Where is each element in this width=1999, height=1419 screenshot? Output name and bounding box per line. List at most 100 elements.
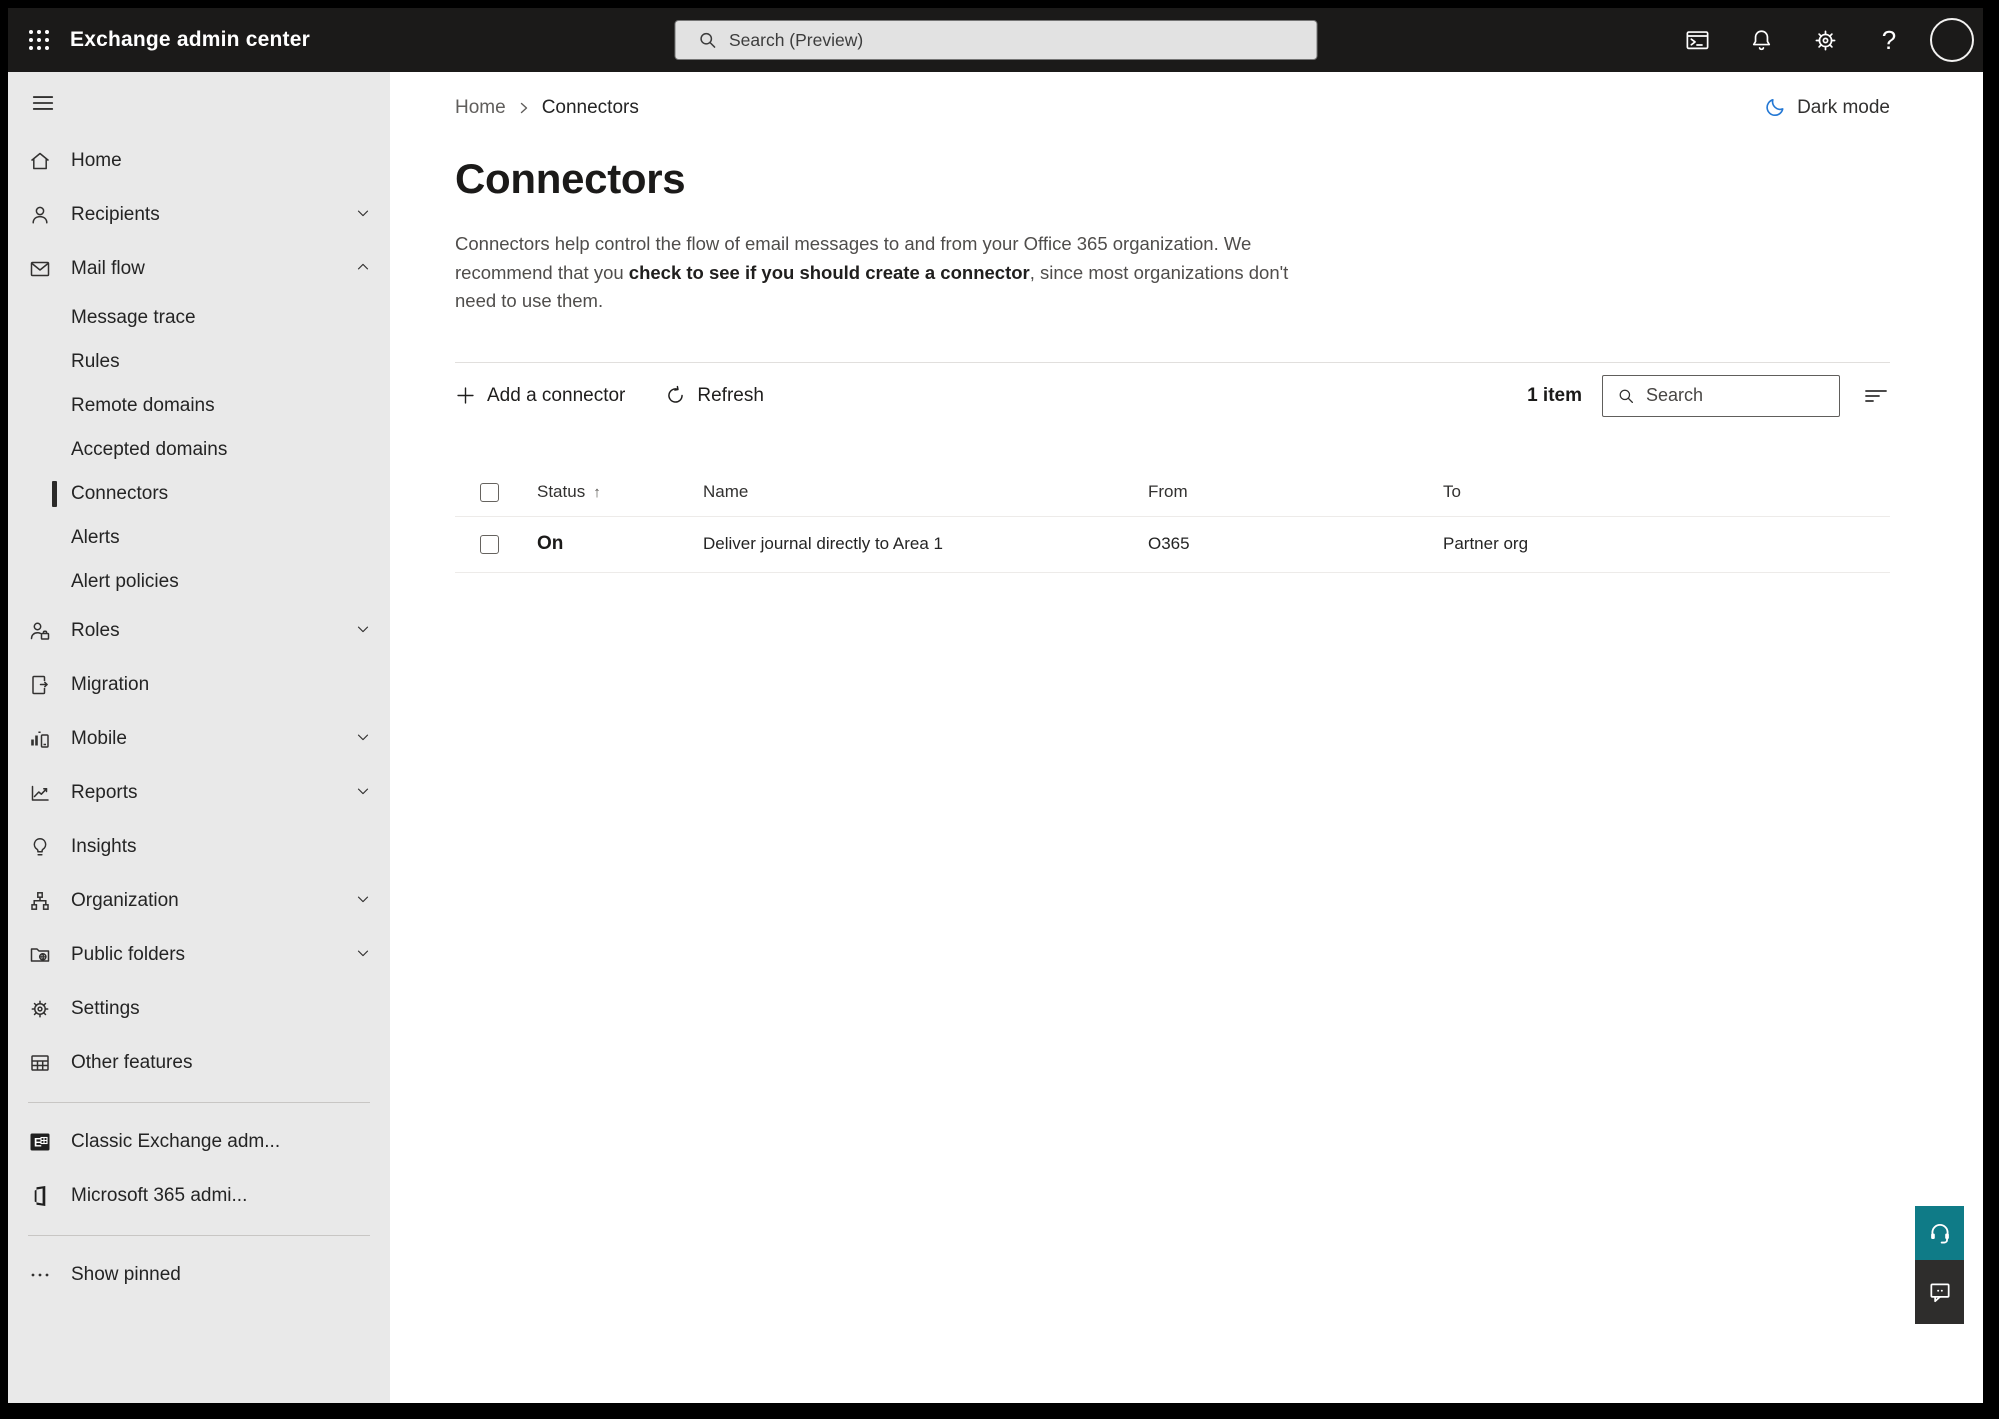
item-count: 1 item — [1527, 384, 1582, 406]
column-header-to[interactable]: To — [1443, 482, 1890, 502]
app-launcher-icon — [29, 30, 49, 50]
sidebar-item-label: Home — [71, 150, 122, 171]
sidebar-item-recipients[interactable]: Recipients — [8, 188, 390, 242]
page-description: Connectors help control the flow of emai… — [455, 230, 1327, 316]
cell-name[interactable]: Deliver journal directly to Area 1 — [703, 534, 1148, 554]
notifications-button[interactable] — [1729, 8, 1793, 72]
account-avatar-button[interactable] — [1921, 8, 1983, 72]
sidebar-item-label: Mail flow — [71, 258, 145, 279]
sidebar-item-alerts[interactable]: Alerts — [8, 516, 390, 560]
sidebar-item-classic-exchange-admin[interactable]: E Classic Exchange adm... — [8, 1115, 390, 1169]
sidebar-item-label: Connectors — [71, 483, 169, 504]
chevron-down-icon — [354, 728, 372, 751]
sidebar-item-label: Other features — [71, 1052, 193, 1073]
sidebar-item-reports[interactable]: Reports — [8, 766, 390, 820]
chevron-down-icon — [354, 782, 372, 805]
feedback-bubble-icon — [1929, 1283, 1950, 1303]
topbar-search[interactable] — [674, 20, 1317, 60]
sidebar-item-insights[interactable]: Insights — [8, 820, 390, 874]
select-all-checkbox[interactable] — [480, 482, 499, 502]
sidebar-item-remote-domains[interactable]: Remote domains — [8, 384, 390, 428]
cell-from: O365 — [1148, 534, 1190, 553]
sidebar-item-migration[interactable]: Migration — [8, 658, 390, 712]
sort-ascending-icon: ↑ — [593, 483, 601, 501]
microsoft-365-logo-icon — [28, 1184, 52, 1208]
sidebar-item-accepted-domains[interactable]: Accepted domains — [8, 428, 390, 472]
topbar-search-input[interactable] — [729, 29, 1316, 51]
sidebar-item-label: Roles — [71, 620, 120, 641]
sidebar-item-microsoft-365-admin[interactable]: Microsoft 365 admi... — [8, 1169, 390, 1223]
sidebar-item-settings[interactable]: Settings — [8, 982, 390, 1036]
sidebar-item-label: Message trace — [71, 307, 196, 328]
list-search-input[interactable] — [1646, 385, 1839, 406]
sidebar-divider — [28, 1235, 370, 1236]
moon-icon — [1766, 99, 1784, 117]
breadcrumb-chevron-icon — [520, 102, 527, 113]
sidebar-item-alert-policies[interactable]: Alert policies — [8, 560, 390, 604]
breadcrumb: Home Connectors — [455, 97, 639, 119]
app-title: Exchange admin center — [70, 28, 310, 51]
topbar-actions: ? — [1665, 8, 1983, 72]
sidebar-item-label: Microsoft 365 admi... — [71, 1185, 248, 1206]
sidebar-item-mail-flow[interactable]: Mail flow — [8, 242, 390, 296]
terminal-icon — [1686, 30, 1708, 49]
row-checkbox[interactable] — [480, 534, 499, 554]
filter-button[interactable] — [1862, 384, 1890, 408]
classic-exchange-logo-icon: E — [28, 1130, 52, 1154]
command-bar: Add a connector Refresh 1 item — [455, 363, 1890, 429]
dark-mode-toggle[interactable]: Dark mode — [1764, 96, 1890, 119]
sidebar-item-message-trace[interactable]: Message trace — [8, 296, 390, 340]
refresh-button[interactable]: Refresh — [665, 385, 764, 407]
chevron-up-icon — [354, 258, 372, 281]
sidebar-item-label: Settings — [71, 998, 140, 1019]
sidebar-item-label: Organization — [71, 890, 179, 911]
sidebar-item-organization[interactable]: Organization — [8, 874, 390, 928]
page-title: Connectors — [455, 155, 686, 202]
breadcrumb-current: Connectors — [541, 96, 639, 118]
chevron-down-icon — [354, 620, 372, 643]
sidebar-item-label: Recipients — [71, 204, 160, 225]
gear-icon — [28, 997, 52, 1021]
sidebar: Home Recipients Mail flow Message trace … — [8, 72, 390, 1403]
column-header-from[interactable]: From — [1148, 482, 1443, 502]
sidebar-item-label: Show pinned — [71, 1264, 181, 1285]
gear-icon — [1815, 30, 1835, 50]
feedback-button[interactable] — [1915, 1260, 1964, 1324]
sidebar-item-other-features[interactable]: Other features — [8, 1036, 390, 1090]
column-header-name[interactable]: Name — [703, 482, 1148, 502]
mobile-stats-icon — [28, 727, 52, 751]
sidebar-item-public-folders[interactable]: Public folders — [8, 928, 390, 982]
powershell-button[interactable] — [1665, 8, 1729, 72]
sidebar-item-mobile[interactable]: Mobile — [8, 712, 390, 766]
table-grid-icon — [28, 1051, 52, 1075]
support-button[interactable] — [1915, 1206, 1964, 1260]
table-header-row: Status ↑ Name From To — [455, 469, 1890, 517]
table-row[interactable]: On Deliver journal directly to Area 1 O3… — [455, 517, 1890, 573]
lightbulb-icon — [28, 835, 52, 859]
sidebar-item-label: Public folders — [71, 944, 186, 965]
breadcrumb-home-link[interactable]: Home — [455, 97, 506, 119]
list-search[interactable] — [1602, 374, 1840, 417]
ellipsis-icon — [28, 1263, 52, 1287]
sidebar-item-home[interactable]: Home — [8, 134, 390, 188]
column-header-label: Status — [537, 482, 586, 501]
main-content: Home Connectors Dark mode Connectors Con… — [390, 72, 1983, 1403]
sidebar-item-label: Remote domains — [71, 395, 215, 416]
sidebar-item-rules[interactable]: Rules — [8, 340, 390, 384]
sidebar-item-connectors[interactable]: Connectors — [8, 472, 390, 516]
search-icon — [1619, 389, 1634, 403]
app-launcher-button[interactable] — [8, 8, 70, 72]
help-icon: ? — [1881, 24, 1897, 55]
help-button[interactable]: ? — [1857, 8, 1921, 72]
hamburger-icon — [32, 96, 54, 110]
add-connector-button[interactable]: Add a connector — [455, 385, 625, 407]
sidebar-item-roles[interactable]: Roles — [8, 604, 390, 658]
topbar: Exchange admin center Search (Preview) ? — [8, 8, 1983, 72]
settings-button[interactable] — [1793, 8, 1857, 72]
sidebar-item-label: Mobile — [71, 728, 127, 749]
column-header-status[interactable]: Status ↑ — [537, 482, 703, 502]
sidebar-item-label: Insights — [71, 836, 137, 857]
collapse-nav-button[interactable] — [28, 88, 58, 118]
sidebar-item-show-pinned[interactable]: Show pinned — [8, 1248, 390, 1302]
plus-icon — [457, 387, 474, 404]
